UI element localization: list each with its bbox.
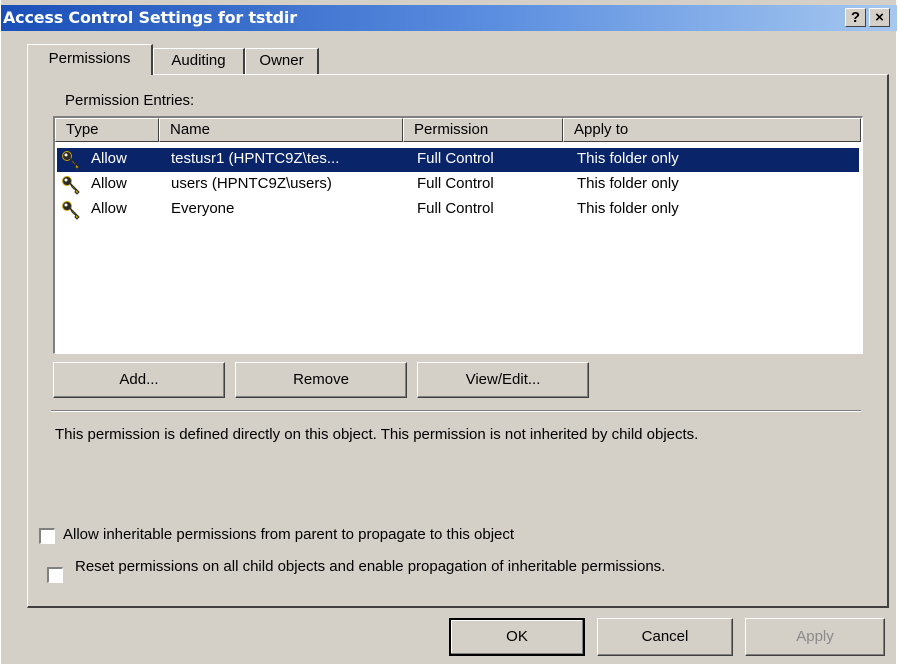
inherit-permissions-checkbox[interactable] (39, 528, 55, 544)
permission-description: This permission is defined directly on t… (55, 426, 699, 443)
column-header-apply-to[interactable]: Apply to (563, 118, 861, 142)
entry-apply-to: This folder only (577, 150, 679, 167)
help-button[interactable]: ? (845, 8, 866, 27)
apply-button[interactable]: Apply (745, 618, 885, 656)
list-item[interactable]: Allow testusr1 (HPNTC9Z\tes... Full Cont… (57, 148, 859, 172)
key-icon (61, 150, 83, 170)
close-icon: × (875, 9, 884, 26)
column-header-permission[interactable]: Permission (403, 118, 563, 142)
entry-type: Allow (91, 200, 127, 217)
add-button[interactable]: Add... (53, 362, 225, 398)
title-bar[interactable]: Access Control Settings for tstdir ? × (1, 5, 897, 31)
column-header-type[interactable]: Type (55, 118, 159, 142)
reset-permissions-checkbox[interactable] (47, 567, 63, 583)
key-icon (61, 175, 83, 195)
entry-name: testusr1 (HPNTC9Z\tes... (171, 150, 340, 167)
divider (51, 410, 861, 412)
close-button[interactable]: × (869, 8, 890, 27)
entry-permission: Full Control (417, 200, 494, 217)
list-item[interactable]: Allow users (HPNTC9Z\users) Full Control… (57, 173, 859, 197)
view-edit-button[interactable]: View/Edit... (417, 362, 589, 398)
reset-permissions-label[interactable]: Reset permissions on all child objects a… (75, 556, 775, 577)
entry-name: users (HPNTC9Z\users) (171, 175, 332, 192)
key-icon (61, 200, 83, 220)
tab-auditing[interactable]: Auditing (153, 48, 245, 74)
tab-permissions[interactable]: Permissions (27, 44, 153, 75)
permission-entries-list[interactable]: Type Name Permission Apply to Allow test… (53, 116, 863, 354)
cancel-button[interactable]: Cancel (597, 618, 733, 656)
entry-name: Everyone (171, 200, 235, 217)
entry-permission: Full Control (417, 175, 494, 192)
entry-type: Allow (91, 175, 127, 192)
ok-button[interactable]: OK (449, 618, 585, 656)
inherit-permissions-label[interactable]: Allow inheritable permissions from paren… (63, 526, 514, 543)
list-item[interactable]: Allow Everyone Full Control This folder … (57, 198, 859, 222)
tab-owner[interactable]: Owner (245, 48, 319, 74)
window-title: Access Control Settings for tstdir (3, 8, 297, 27)
entry-permission: Full Control (417, 150, 494, 167)
entry-apply-to: This folder only (577, 200, 679, 217)
permission-entries-label: Permission Entries: (65, 92, 195, 109)
entry-type: Allow (91, 150, 127, 167)
access-control-dialog: Access Control Settings for tstdir ? × P… (0, 0, 897, 664)
help-icon: ? (850, 9, 861, 26)
remove-button[interactable]: Remove (235, 362, 407, 398)
entry-apply-to: This folder only (577, 175, 679, 192)
column-header-name[interactable]: Name (159, 118, 403, 142)
